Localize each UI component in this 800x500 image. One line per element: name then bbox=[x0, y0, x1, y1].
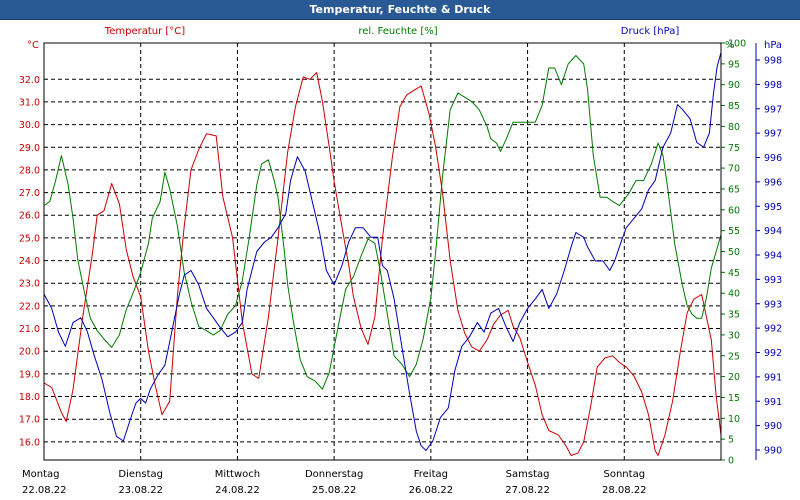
x-tick-date: 25.08.22 bbox=[312, 485, 357, 496]
pressure-tick-label: 995 bbox=[764, 202, 782, 213]
temperature-tick-label: 32.0 bbox=[19, 75, 40, 86]
pressure-axis-label: Druck [hPa] bbox=[621, 26, 680, 37]
humidity-tick-label: 50 bbox=[728, 247, 740, 258]
temperature-tick-label: 28.0 bbox=[19, 165, 40, 176]
temperature-tick-label: 23.0 bbox=[19, 279, 40, 290]
pressure-tick-label: 997 bbox=[764, 104, 782, 115]
pressure-tick-label: 991 bbox=[764, 397, 782, 408]
humidity-tick-label: 30 bbox=[728, 330, 740, 341]
x-tick-date: 28.08.22 bbox=[602, 485, 647, 496]
pressure-tick-label: 998 bbox=[764, 56, 782, 67]
pressure-tick-label: 994 bbox=[764, 226, 782, 237]
humidity-tick-label: 90 bbox=[728, 80, 740, 91]
temperature-tick-label: 19.0 bbox=[19, 369, 40, 380]
humidity-tick-label: 75 bbox=[728, 143, 740, 154]
temperature-tick-label: 27.0 bbox=[19, 188, 40, 199]
x-tick-date: 22.08.22 bbox=[22, 485, 67, 496]
humidity-tick-label: 95 bbox=[728, 59, 740, 70]
humidity-tick-label: 10 bbox=[728, 414, 740, 425]
pressure-tick-label: 997 bbox=[764, 129, 782, 140]
temperature-tick-label: 29.0 bbox=[19, 143, 40, 154]
temperature-tick-label: 25.0 bbox=[19, 233, 40, 244]
pressure-tick-label: 991 bbox=[764, 372, 782, 383]
temperature-tick-label: 16.0 bbox=[19, 437, 40, 448]
humidity-tick-label: 20 bbox=[728, 372, 740, 383]
pressure-tick-label: 992 bbox=[764, 324, 782, 335]
humidity-tick-label: 70 bbox=[728, 164, 740, 175]
humidity-axis-label: rel. Feuchte [%] bbox=[358, 26, 437, 37]
chart-svg: 16.0 17.0 18.0 19.0 20.0 21.0 22.0 23.0 24.0 25.0… bbox=[0, 20, 800, 500]
temperature-axis-label: Temperatur [°C] bbox=[104, 26, 185, 37]
humidity-tick-label: 25 bbox=[728, 351, 740, 362]
temperature-tick-label: 18.0 bbox=[19, 392, 40, 403]
humidity-tick-label: 5 bbox=[728, 435, 734, 446]
humidity-tick-label: 15 bbox=[728, 393, 740, 404]
x-tick-day: Donnerstag bbox=[305, 469, 363, 480]
x-tick-day: Mittwoch bbox=[215, 469, 260, 480]
humidity-unit: % bbox=[725, 40, 735, 51]
temperature-tick-label: 30.0 bbox=[19, 120, 40, 131]
humidity-tick-label: 0 bbox=[728, 456, 734, 467]
x-tick-date: 27.08.22 bbox=[505, 485, 550, 496]
humidity-tick-label: 55 bbox=[728, 226, 740, 237]
humidity-tick-label: 45 bbox=[728, 268, 740, 279]
pressure-tick-label: 992 bbox=[764, 348, 782, 359]
chart-background bbox=[0, 20, 800, 500]
humidity-tick-label: 60 bbox=[728, 205, 740, 216]
pressure-tick-label: 993 bbox=[764, 299, 782, 310]
x-tick-day: Montag bbox=[22, 469, 59, 480]
temperature-axis: 16.0 17.0 18.0 19.0 20.0 21.0 22.0 23.0 24.0 25.0… bbox=[19, 75, 40, 449]
x-tick-day: Freitag bbox=[414, 469, 448, 480]
humidity-tick-label: 85 bbox=[728, 101, 740, 112]
humidity-tick-label: 40 bbox=[728, 289, 740, 300]
temperature-tick-label: 17.0 bbox=[19, 415, 40, 426]
pressure-tick-label: 990 bbox=[764, 421, 782, 432]
pressure-tick-label: 993 bbox=[764, 275, 782, 286]
x-tick-date: 23.08.22 bbox=[118, 485, 163, 496]
x-tick-date: 26.08.22 bbox=[409, 485, 454, 496]
temperature-tick-label: 22.0 bbox=[19, 301, 40, 312]
temperature-tick-label: 21.0 bbox=[19, 324, 40, 335]
humidity-tick-label: 65 bbox=[728, 184, 740, 195]
x-tick-date: 24.08.22 bbox=[215, 485, 260, 496]
pressure-tick-label: 994 bbox=[764, 251, 782, 262]
humidity-tick-label: 35 bbox=[728, 310, 740, 321]
pressure-tick-label: 996 bbox=[764, 177, 782, 188]
pressure-unit: hPa bbox=[764, 40, 782, 51]
temperature-tick-label: 20.0 bbox=[19, 347, 40, 358]
pressure-tick-label: 996 bbox=[764, 153, 782, 164]
temperature-unit: °C bbox=[27, 40, 39, 51]
x-tick-day: Dienstag bbox=[118, 469, 163, 480]
pressure-tick-label: 990 bbox=[764, 446, 782, 457]
x-tick-day: Samstag bbox=[506, 469, 550, 480]
temperature-tick-label: 31.0 bbox=[19, 97, 40, 108]
temperature-tick-label: 24.0 bbox=[19, 256, 40, 267]
temperature-tick-label: 26.0 bbox=[19, 211, 40, 222]
humidity-tick-label: 80 bbox=[728, 122, 740, 133]
x-tick-day: Sonntag bbox=[604, 469, 646, 480]
pressure-tick-label: 998 bbox=[764, 80, 782, 91]
